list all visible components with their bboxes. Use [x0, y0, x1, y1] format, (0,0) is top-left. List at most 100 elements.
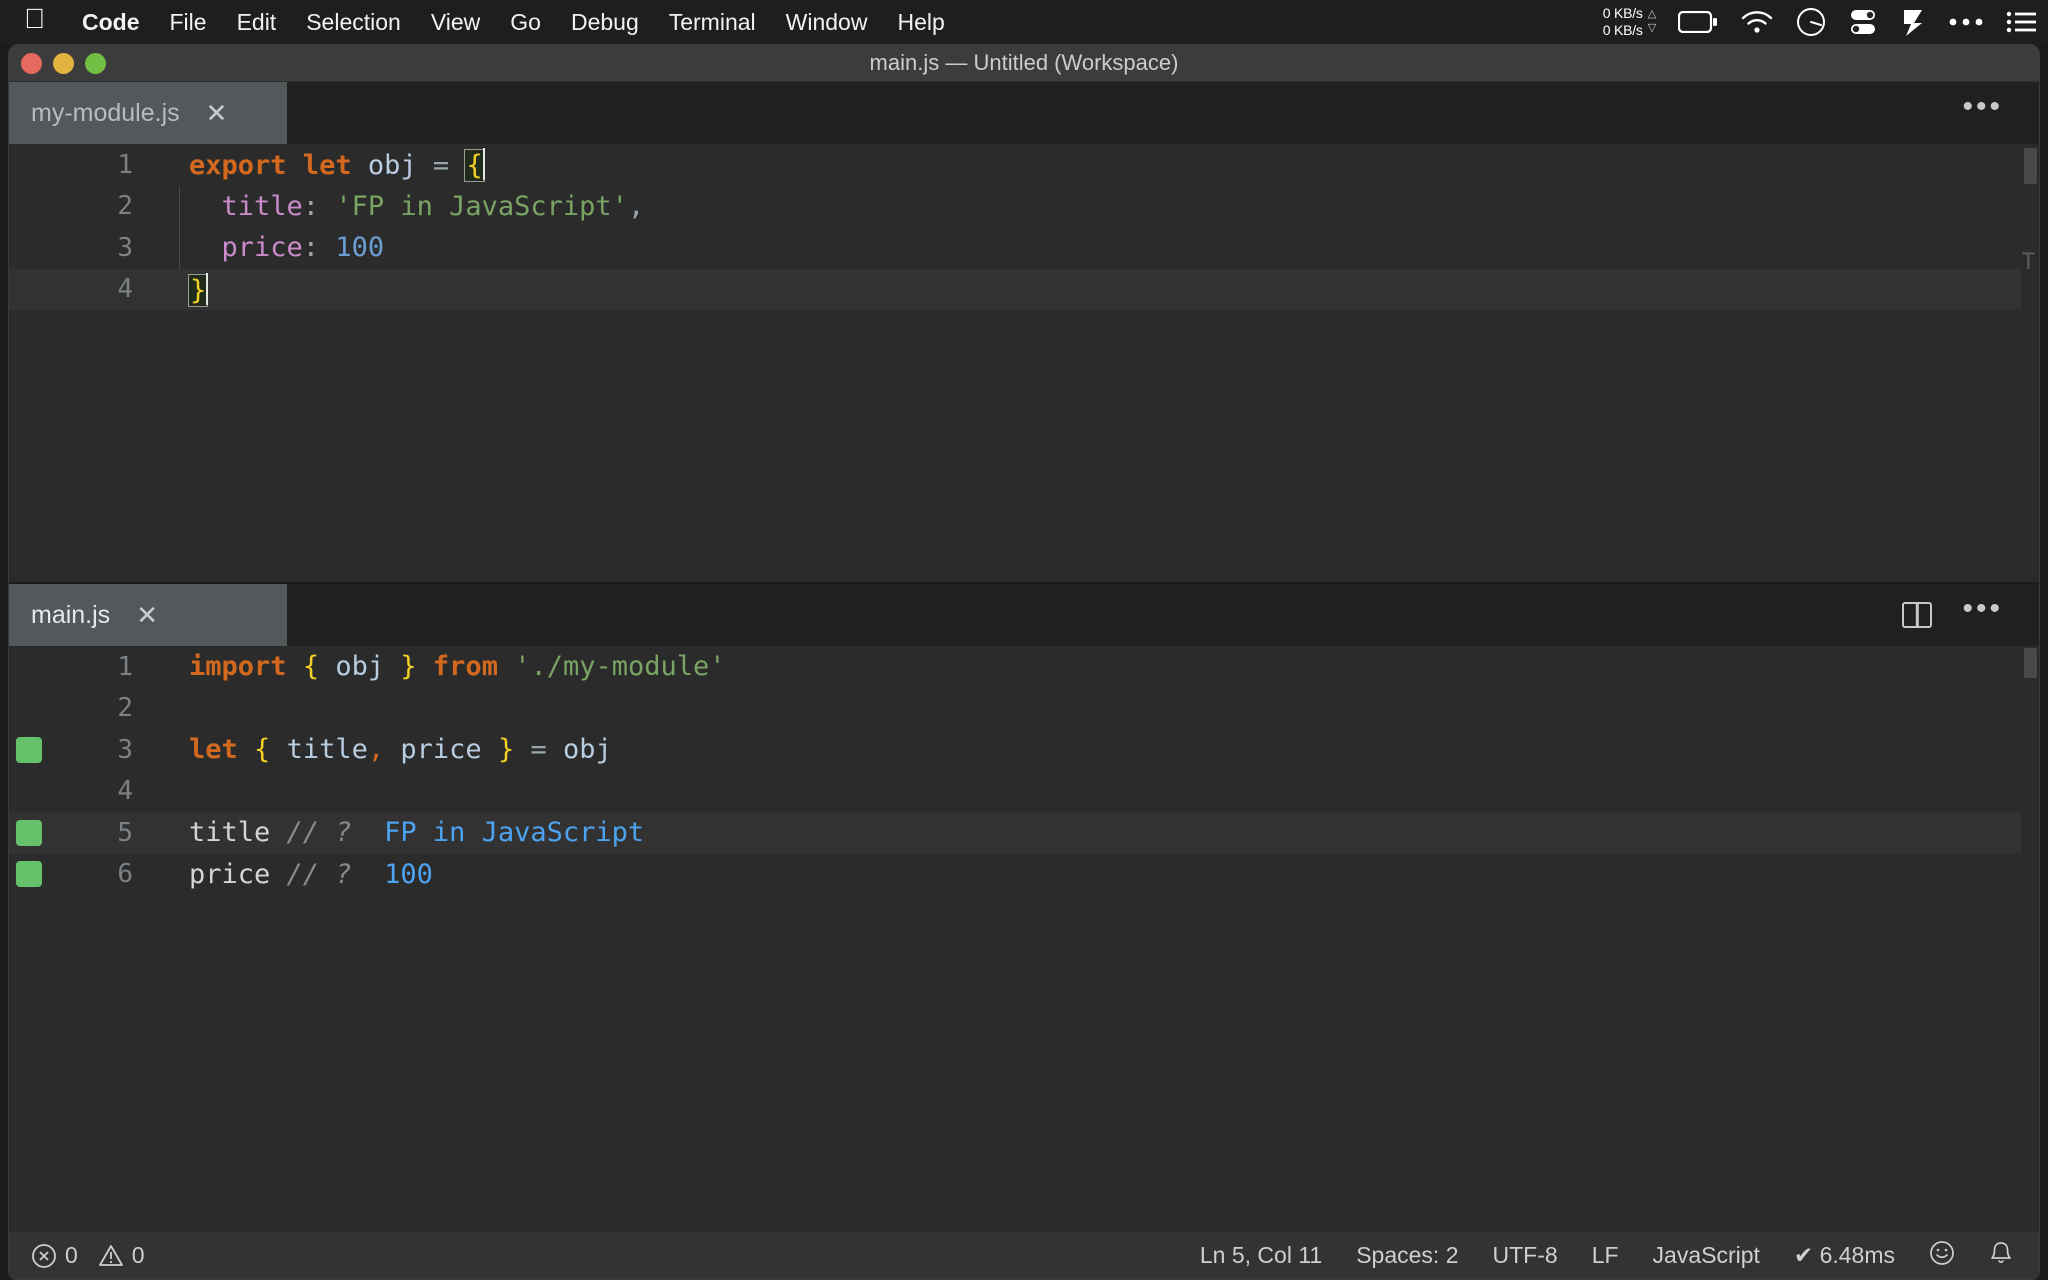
menu-item-code[interactable]: Code	[67, 9, 155, 36]
code-text: title: 'FP in JavaScript',	[133, 191, 644, 222]
scrollbar-thumb[interactable]	[2024, 148, 2037, 184]
token: ,	[628, 191, 644, 222]
token: {	[254, 734, 270, 765]
coverage-marker-icon	[9, 820, 49, 846]
bell-icon[interactable]	[1989, 1240, 2013, 1272]
network-download-speed: 0 KB/s	[1603, 22, 1643, 40]
menu-item-selection[interactable]: Selection	[291, 9, 416, 36]
tabbar-actions-top: •••	[1962, 82, 2039, 144]
tab-main-js[interactable]: main.js ✕	[9, 584, 287, 646]
code-line[interactable]: 2 title: 'FP in JavaScript',	[9, 186, 2039, 228]
menu-items-container: CodeFileEditSelectionViewGoDebugTerminal…	[67, 9, 960, 36]
zoom-window-button[interactable]	[85, 53, 106, 74]
tabbar-bottom: main.js ✕ •••	[9, 584, 2039, 646]
more-actions-icon[interactable]: •••	[1962, 92, 2003, 122]
token	[270, 734, 286, 765]
coverage-marker-icon	[9, 861, 49, 887]
code-line[interactable]: 5title // ? FP in JavaScript	[9, 812, 2039, 854]
list-icon[interactable]	[2006, 10, 2036, 34]
token: './my-module'	[514, 651, 725, 682]
code-text: let { title, price } = obj	[133, 734, 612, 765]
line-number: 6	[49, 859, 133, 889]
menu-item-edit[interactable]: Edit	[222, 9, 292, 36]
tabbar-actions-bottom: •••	[1902, 584, 2039, 646]
menu-item-view[interactable]: View	[416, 9, 495, 36]
code-line[interactable]: 2	[9, 688, 2039, 730]
token: export	[189, 150, 287, 181]
close-icon[interactable]: ✕	[206, 100, 228, 126]
coverage-square	[16, 820, 42, 846]
vertical-scrollbar-bottom[interactable]	[2021, 646, 2039, 1244]
code-editor-my-module-js[interactable]: 1export let obj = {2 title: 'FP in JavaS…	[9, 144, 2039, 582]
token	[498, 651, 514, 682]
gem-icon[interactable]	[1900, 7, 1926, 37]
more-actions-icon[interactable]: •••	[1962, 594, 2003, 624]
close-icon[interactable]: ✕	[136, 602, 158, 628]
menu-item-file[interactable]: File	[155, 9, 222, 36]
token	[352, 150, 368, 181]
code-line[interactable]: 4	[9, 771, 2039, 813]
ellipsis-icon[interactable]	[1948, 16, 1984, 28]
code-line[interactable]: 4}	[9, 269, 2039, 311]
token: obj	[563, 734, 612, 765]
token: from	[433, 651, 498, 682]
token	[319, 232, 335, 263]
line-number: 2	[49, 693, 133, 723]
error-count: 0	[65, 1242, 78, 1269]
token: }	[188, 274, 208, 307]
line-number: 3	[49, 735, 133, 765]
minimize-window-button[interactable]	[53, 53, 74, 74]
menu-item-terminal[interactable]: Terminal	[654, 9, 771, 36]
token: }	[498, 734, 514, 765]
tab-my-module-js[interactable]: my-module.js ✕	[9, 82, 287, 144]
timer-icon[interactable]	[1796, 7, 1826, 37]
menu-item-go[interactable]: Go	[495, 9, 556, 36]
cursor-position-status[interactable]: Ln 5, Col 11	[1200, 1242, 1322, 1269]
language-mode-status[interactable]: JavaScript	[1653, 1242, 1760, 1269]
problems-status[interactable]: 0 0	[31, 1242, 145, 1269]
code-line[interactable]: 3 price: 100	[9, 227, 2039, 269]
token	[189, 232, 222, 263]
token	[417, 651, 433, 682]
code-text: title // ? FP in JavaScript	[133, 817, 644, 848]
token	[352, 859, 385, 890]
wifi-icon[interactable]	[1740, 10, 1774, 34]
close-window-button[interactable]	[21, 53, 42, 74]
network-speed-indicator[interactable]: 0 KB/s 0 KB/s △ ▽	[1603, 5, 1656, 40]
smiley-icon[interactable]	[1929, 1240, 1955, 1272]
token: obj	[368, 150, 417, 181]
code-line[interactable]: 3let { title, price } = obj	[9, 729, 2039, 771]
indentation-status[interactable]: Spaces: 2	[1356, 1242, 1458, 1269]
error-icon	[31, 1243, 57, 1269]
code-editor-main-js[interactable]: 1import { obj } from './my-module' 2 3let …	[9, 646, 2039, 1244]
tabbar-top: my-module.js ✕ •••	[9, 82, 2039, 144]
menu-item-window[interactable]: Window	[771, 9, 883, 36]
network-upload-speed: 0 KB/s	[1603, 5, 1643, 23]
text-cursor	[206, 273, 208, 305]
apple-logo-icon[interactable]: 	[24, 5, 45, 33]
status-bar-right: Ln 5, Col 11 Spaces: 2 UTF-8 LF JavaScri…	[1200, 1240, 2039, 1272]
token: title	[189, 817, 270, 848]
run-time-status[interactable]: ✔ 6.48ms	[1794, 1242, 1895, 1269]
token: :	[303, 191, 319, 222]
token	[287, 150, 303, 181]
battery-icon[interactable]	[1678, 11, 1718, 33]
code-line[interactable]: 6price // ? 100	[9, 854, 2039, 896]
code-text: }	[133, 273, 207, 306]
vertical-scrollbar-top[interactable]	[2021, 144, 2039, 582]
split-editor-icon[interactable]	[1902, 602, 1932, 628]
token	[319, 191, 335, 222]
token	[238, 734, 254, 765]
code-line[interactable]: 1export let obj = {	[9, 144, 2039, 186]
toggles-icon[interactable]	[1848, 7, 1878, 37]
token	[270, 859, 286, 890]
code-line[interactable]: 1import { obj } from './my-module'	[9, 646, 2039, 688]
token	[319, 651, 335, 682]
encoding-status[interactable]: UTF-8	[1493, 1242, 1558, 1269]
eol-status[interactable]: LF	[1592, 1242, 1619, 1269]
code-text: price // ? 100	[133, 859, 433, 890]
menu-item-debug[interactable]: Debug	[556, 9, 654, 36]
scrollbar-thumb[interactable]	[2024, 648, 2037, 678]
token: title	[222, 191, 303, 222]
menu-item-help[interactable]: Help	[882, 9, 959, 36]
